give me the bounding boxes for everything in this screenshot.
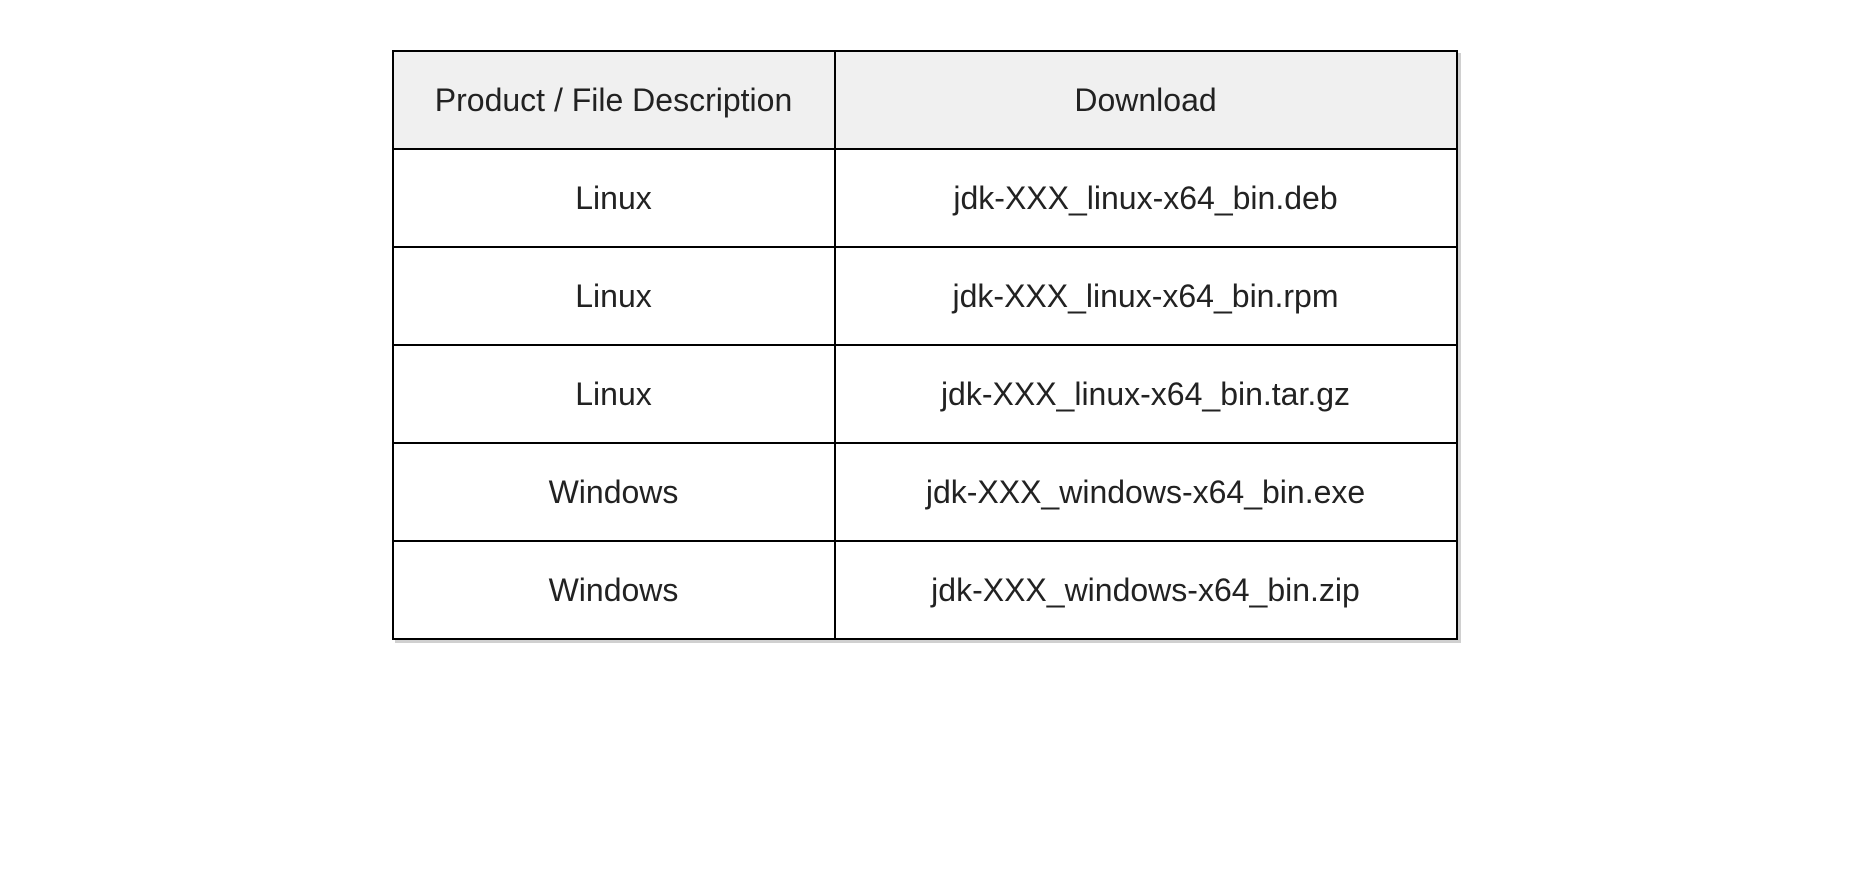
table-row: Linux jdk-XXX_linux-x64_bin.rpm	[393, 247, 1457, 345]
cell-product: Windows	[393, 443, 835, 541]
cell-product: Linux	[393, 345, 835, 443]
table-header-row: Product / File Description Download	[393, 51, 1457, 149]
cell-download: jdk-XXX_linux-x64_bin.rpm	[835, 247, 1457, 345]
download-table-wrapper: Product / File Description Download Linu…	[392, 50, 1458, 640]
cell-download: jdk-XXX_windows-x64_bin.exe	[835, 443, 1457, 541]
cell-download: jdk-XXX_linux-x64_bin.deb	[835, 149, 1457, 247]
header-product: Product / File Description	[393, 51, 835, 149]
cell-product: Linux	[393, 247, 835, 345]
cell-product: Linux	[393, 149, 835, 247]
table-row: Windows jdk-XXX_windows-x64_bin.zip	[393, 541, 1457, 639]
download-table: Product / File Description Download Linu…	[392, 50, 1458, 640]
header-download: Download	[835, 51, 1457, 149]
table-row: Linux jdk-XXX_linux-x64_bin.tar.gz	[393, 345, 1457, 443]
table-row: Linux jdk-XXX_linux-x64_bin.deb	[393, 149, 1457, 247]
cell-product: Windows	[393, 541, 835, 639]
table-row: Windows jdk-XXX_windows-x64_bin.exe	[393, 443, 1457, 541]
cell-download: jdk-XXX_linux-x64_bin.tar.gz	[835, 345, 1457, 443]
cell-download: jdk-XXX_windows-x64_bin.zip	[835, 541, 1457, 639]
